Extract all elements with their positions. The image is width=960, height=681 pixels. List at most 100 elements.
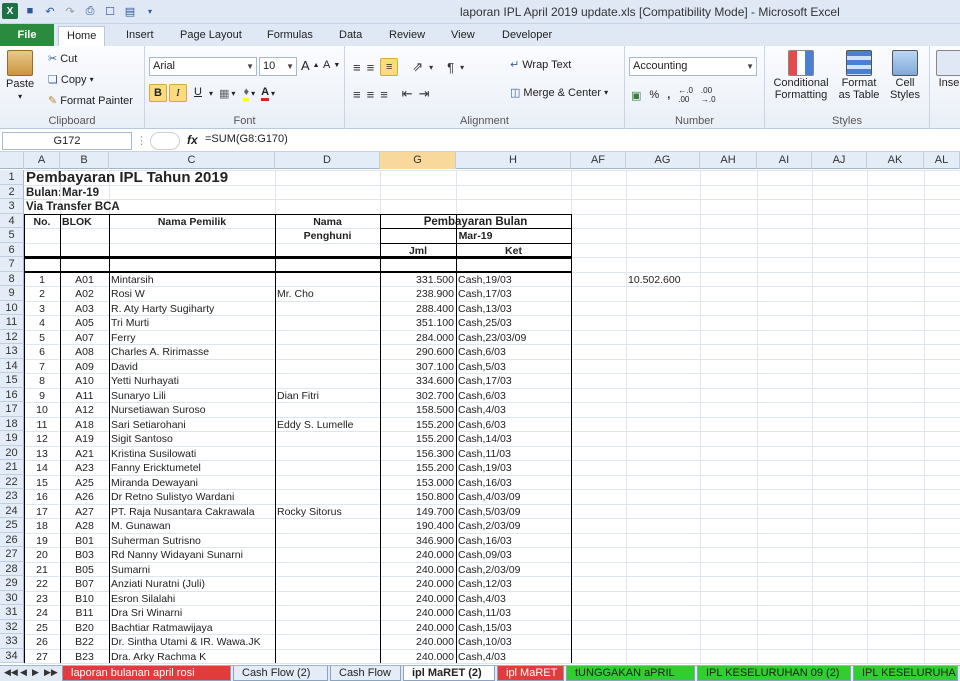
row-blok[interactable]: B03: [60, 548, 109, 562]
row-penghuni[interactable]: [275, 548, 380, 562]
row-no[interactable]: 11: [24, 418, 60, 432]
print-icon[interactable]: ⎙: [82, 3, 98, 19]
row-ket[interactable]: Cash,14/03: [456, 432, 571, 446]
row-blok[interactable]: B07: [60, 577, 109, 591]
borders-icon[interactable]: ▦: [219, 87, 229, 100]
last-sheet-icon[interactable]: ▶▶: [44, 667, 58, 678]
row-nama-pemilik[interactable]: Sigit Santoso: [109, 432, 275, 446]
cut-button[interactable]: ✂ Cut: [48, 52, 77, 66]
row-no[interactable]: 20: [24, 548, 60, 562]
row-penghuni[interactable]: [275, 534, 380, 548]
row-no[interactable]: 18: [24, 519, 60, 533]
sheet-tab[interactable]: Cash Flow (2): [233, 666, 328, 681]
tab-data[interactable]: Data: [331, 26, 370, 46]
row-nama-pemilik[interactable]: Dr. Sintha Utami & IR. Wawa.JK: [109, 635, 275, 649]
row-header-34[interactable]: 34: [0, 648, 24, 663]
row-header-4[interactable]: 4: [0, 213, 24, 228]
row-ket[interactable]: Cash,17/03: [456, 374, 571, 388]
row-penghuni[interactable]: [275, 360, 380, 374]
sheet-tab[interactable]: ipl MaRET (2): [403, 666, 495, 681]
row-jml[interactable]: 307.100: [380, 360, 456, 374]
row-nama-pemilik[interactable]: Sari Setiarohani: [109, 418, 275, 432]
redo-icon[interactable]: ↷: [62, 3, 78, 19]
row-header-5[interactable]: 5: [0, 228, 24, 243]
percent-button[interactable]: %: [649, 89, 659, 101]
row-no[interactable]: 6: [24, 345, 60, 359]
tab-file[interactable]: File: [0, 24, 54, 46]
row-header-16[interactable]: 16: [0, 387, 24, 402]
sheet-tab[interactable]: ipl MaRET: [497, 666, 564, 681]
sheet-tab[interactable]: laporan bulanan april rosi: [62, 666, 231, 681]
align-center-icon[interactable]: ≡: [367, 87, 375, 102]
row-nama-pemilik[interactable]: Dra. Arky Rachma K: [109, 650, 275, 664]
row-jml[interactable]: 240.000: [380, 577, 456, 591]
row-header-10[interactable]: 10: [0, 300, 24, 315]
row-header-30[interactable]: 30: [0, 590, 24, 605]
header-nama[interactable]: Nama: [275, 215, 380, 229]
row-blok[interactable]: A02: [60, 287, 109, 301]
row-jml[interactable]: 155.200: [380, 418, 456, 432]
row-header-18[interactable]: 18: [0, 416, 24, 431]
row-nama-pemilik[interactable]: PT. Raja Nusantara Cakrawala: [109, 505, 275, 519]
row-penghuni[interactable]: Mr. Cho: [275, 287, 380, 301]
row-jml[interactable]: 240.000: [380, 606, 456, 620]
paste-button[interactable]: Paste ▾: [6, 50, 34, 101]
wrap-text-button[interactable]: ↵ Wrap Text: [510, 58, 571, 72]
row-jml[interactable]: 238.900: [380, 287, 456, 301]
row-nama-pemilik[interactable]: David: [109, 360, 275, 374]
row-ket[interactable]: Cash,17/03: [456, 287, 571, 301]
row-header-13[interactable]: 13: [0, 344, 24, 359]
row-header-22[interactable]: 22: [0, 474, 24, 489]
shrink-font-button[interactable]: A ▼: [323, 59, 340, 71]
row-penghuni[interactable]: [275, 650, 380, 664]
italic-button[interactable]: I: [169, 84, 187, 102]
row-blok[interactable]: A11: [60, 389, 109, 403]
row-blok[interactable]: A01: [60, 273, 109, 287]
tab-formulas[interactable]: Formulas: [259, 26, 321, 46]
row-no[interactable]: 26: [24, 635, 60, 649]
column-header-a[interactable]: A: [24, 152, 60, 169]
via-label[interactable]: Via Transfer BCA: [24, 200, 275, 214]
row-no[interactable]: 17: [24, 505, 60, 519]
customize-toolbar-icon[interactable]: ▾: [142, 3, 158, 19]
row-blok[interactable]: A09: [60, 360, 109, 374]
row-nama-pemilik[interactable]: Dr Retno Sulistyo Wardani: [109, 490, 275, 504]
row-jml[interactable]: 190.400: [380, 519, 456, 533]
number-format-select[interactable]: Accounting ▼: [629, 57, 757, 76]
row-nama-pemilik[interactable]: Sunaryo Lili: [109, 389, 275, 403]
row-nama-pemilik[interactable]: R. Aty Harty Sugiharty: [109, 302, 275, 316]
column-header-af[interactable]: AF: [571, 152, 626, 169]
row-ket[interactable]: Cash,23/03/09: [456, 331, 571, 345]
row-nama-pemilik[interactable]: M. Gunawan: [109, 519, 275, 533]
row-ket[interactable]: Cash,25/03: [456, 316, 571, 330]
row-header-29[interactable]: 29: [0, 576, 24, 591]
row-jml[interactable]: 153.000: [380, 476, 456, 490]
row-blok[interactable]: A07: [60, 331, 109, 345]
header-jml[interactable]: Jml: [380, 244, 456, 258]
row-penghuni[interactable]: [275, 432, 380, 446]
row-penghuni[interactable]: Rocky Sitorus: [275, 505, 380, 519]
row-jml[interactable]: 240.000: [380, 592, 456, 606]
row-ket[interactable]: Cash,13/03: [456, 302, 571, 316]
tab-review[interactable]: Review: [381, 26, 433, 46]
row-header-8[interactable]: 8: [0, 271, 24, 286]
row-ket[interactable]: Cash,19/03: [456, 461, 571, 475]
row-nama-pemilik[interactable]: Esron Silalahi: [109, 592, 275, 606]
row-no[interactable]: 1: [24, 273, 60, 287]
tab-page-layout[interactable]: Page Layout: [172, 26, 250, 46]
row-header-33[interactable]: 33: [0, 634, 24, 649]
row-no[interactable]: 16: [24, 490, 60, 504]
row-no[interactable]: 7: [24, 360, 60, 374]
undo-icon[interactable]: ↶: [42, 3, 58, 19]
row-no[interactable]: 9: [24, 389, 60, 403]
row-penghuni[interactable]: [275, 316, 380, 330]
row-blok[interactable]: A10: [60, 374, 109, 388]
row-blok[interactable]: B10: [60, 592, 109, 606]
row-nama-pemilik[interactable]: Miranda Dewayani: [109, 476, 275, 490]
row-blok[interactable]: B22: [60, 635, 109, 649]
row-penghuni[interactable]: [275, 345, 380, 359]
row-blok[interactable]: B01: [60, 534, 109, 548]
row-penghuni[interactable]: [275, 476, 380, 490]
cell-styles-button[interactable]: Cell Styles: [885, 50, 925, 101]
header-ket[interactable]: Ket: [456, 244, 571, 258]
